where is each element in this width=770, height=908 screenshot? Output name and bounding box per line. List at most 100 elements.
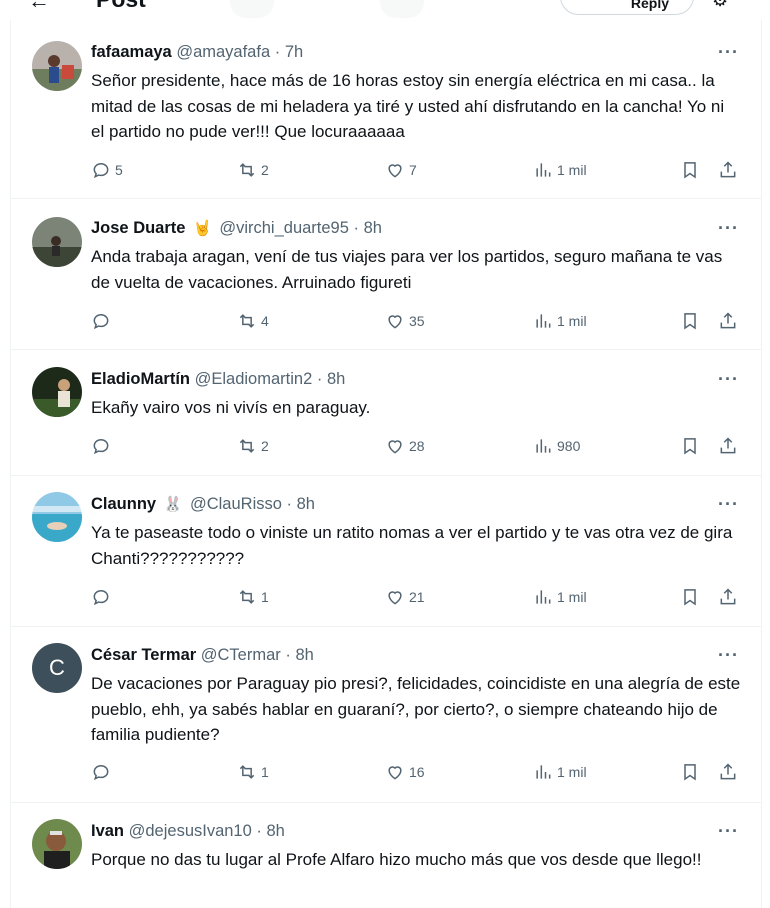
- author-handle[interactable]: @dejesusIvan10: [129, 822, 252, 840]
- views-action[interactable]: 1 mil: [533, 311, 587, 331]
- repost-count: 2: [261, 162, 269, 178]
- timestamp[interactable]: 8h: [266, 822, 284, 840]
- avatar[interactable]: C: [32, 643, 82, 693]
- share-action[interactable]: [718, 311, 738, 331]
- views-icon: [536, 765, 551, 779]
- views-action[interactable]: 980: [533, 436, 580, 456]
- reply-action[interactable]: [91, 436, 115, 456]
- repost-icon: [239, 590, 255, 604]
- heart-icon: [388, 164, 402, 178]
- timestamp[interactable]: 8h: [327, 370, 345, 388]
- bookmark-action[interactable]: [680, 436, 700, 456]
- views-icon: [536, 590, 551, 604]
- more-options-icon[interactable]: ···: [718, 42, 739, 63]
- timestamp[interactable]: 8h: [364, 219, 382, 237]
- bookmark-action[interactable]: [680, 160, 700, 180]
- like-action[interactable]: 21: [385, 587, 425, 607]
- reply-action[interactable]: 5: [91, 160, 123, 180]
- more-options-icon[interactable]: ···: [718, 369, 739, 390]
- avatar[interactable]: [32, 367, 82, 417]
- author-name[interactable]: fafaamaya: [91, 43, 172, 61]
- repost-icon: [239, 314, 255, 328]
- reply-header: Ivan @dejesusIvan10 · 8h: [91, 822, 285, 841]
- reply-post[interactable]: EladioMartín @Eladiomartin2 · 8h ··· Eka…: [11, 350, 761, 476]
- views-action[interactable]: 1 mil: [533, 160, 587, 180]
- reply-post[interactable]: Ivan @dejesusIvan10 · 8h ··· Porque no d…: [11, 803, 761, 908]
- reply-text: Ekañy vairo vos ni vivís en paraguay.: [91, 398, 371, 417]
- like-action[interactable]: 28: [385, 436, 425, 456]
- timestamp[interactable]: 7h: [285, 43, 303, 61]
- author-handle[interactable]: @amayafafa: [176, 43, 270, 61]
- repost-action[interactable]: 1: [237, 762, 269, 782]
- share-action[interactable]: [718, 762, 738, 782]
- views-action[interactable]: 1 mil: [533, 762, 587, 782]
- more-options-icon[interactable]: ···: [718, 645, 739, 666]
- share-icon: [720, 763, 736, 780]
- like-action[interactable]: 7: [385, 160, 417, 180]
- repost-action[interactable]: 2: [237, 436, 269, 456]
- reply-action[interactable]: [91, 311, 115, 331]
- views-action[interactable]: 1 mil: [533, 587, 587, 607]
- author-handle[interactable]: @Eladiomartin2: [195, 370, 313, 388]
- share-icon: [720, 161, 736, 178]
- repost-icon: [239, 163, 255, 177]
- like-count: 7: [409, 162, 417, 178]
- avatar[interactable]: [32, 819, 82, 869]
- bookmark-action[interactable]: [680, 762, 700, 782]
- bookmark-icon: [684, 589, 696, 606]
- reply-header: Claunny 🐰 @ClauRisso · 8h: [91, 495, 315, 514]
- repost-action[interactable]: 1: [237, 587, 269, 607]
- more-options-icon[interactable]: ···: [718, 494, 739, 515]
- reply-action[interactable]: [91, 587, 115, 607]
- reply-header: Jose Duarte 🤘 @virchi_duarte95 · 8h: [91, 219, 382, 238]
- views-icon: [536, 439, 551, 453]
- reply-post[interactable]: Jose Duarte 🤘 @virchi_duarte95 · 8h ··· …: [11, 199, 761, 350]
- reply-post[interactable]: C César Termar @CTermar · 8h ··· De vaca…: [11, 627, 761, 803]
- action-bar: 4 35 1 mil: [91, 311, 751, 335]
- bookmark-action[interactable]: [680, 587, 700, 607]
- arrow-left-icon[interactable]: ←: [28, 0, 50, 14]
- action-bar: 1 16 1 mil: [91, 762, 751, 786]
- repost-action[interactable]: 2: [237, 160, 269, 180]
- settings-icon[interactable]: ⚙: [712, 0, 728, 11]
- avatar[interactable]: [32, 492, 82, 542]
- reply-action[interactable]: [91, 762, 115, 782]
- like-action[interactable]: 16: [385, 762, 425, 782]
- like-action[interactable]: 35: [385, 311, 425, 331]
- name-emoji: 🤘: [193, 220, 212, 237]
- share-action[interactable]: [718, 436, 738, 456]
- reply-text: Señor presidente, hace más de 16 horas e…: [91, 71, 725, 141]
- author-name[interactable]: EladioMartín: [91, 370, 190, 388]
- views-icon: [536, 314, 551, 328]
- avatar[interactable]: [32, 41, 82, 91]
- repost-action[interactable]: 4: [237, 311, 269, 331]
- timestamp[interactable]: 8h: [297, 495, 315, 513]
- author-name[interactable]: Ivan: [91, 822, 124, 840]
- repost-count: 1: [261, 764, 269, 780]
- author-name[interactable]: Claunny: [91, 495, 156, 513]
- repost-count: 1: [261, 589, 269, 605]
- action-bar: 2 28 980: [91, 436, 751, 460]
- share-action[interactable]: [718, 160, 738, 180]
- author-name[interactable]: Jose Duarte: [91, 219, 185, 237]
- action-bar: 5 2 7 1 mil: [91, 160, 751, 184]
- more-options-icon[interactable]: ···: [718, 821, 739, 842]
- heart-icon: [388, 766, 402, 780]
- author-handle[interactable]: @virchi_duarte95: [219, 219, 349, 237]
- timestamp[interactable]: 8h: [295, 646, 313, 664]
- reply-button[interactable]: Reply: [560, 0, 694, 15]
- bookmark-action[interactable]: [680, 311, 700, 331]
- reply-post[interactable]: fafaamaya @amayafafa · 7h ··· Señor pres…: [11, 28, 761, 199]
- separator-dot: ·: [316, 370, 323, 388]
- share-action[interactable]: [718, 587, 738, 607]
- more-options-icon[interactable]: ···: [718, 218, 739, 239]
- reply-post[interactable]: Claunny 🐰 @ClauRisso · 8h ··· Ya te pase…: [11, 476, 761, 627]
- reply-count: 5: [115, 162, 123, 178]
- author-handle[interactable]: @ClauRisso: [190, 495, 282, 513]
- page-title: Post: [96, 0, 146, 13]
- name-emoji: 🐰: [163, 496, 183, 513]
- avatar[interactable]: [32, 217, 82, 267]
- author-name[interactable]: César Termar: [91, 646, 196, 664]
- author-handle[interactable]: @CTermar: [201, 646, 281, 664]
- repost-count: 2: [261, 438, 269, 454]
